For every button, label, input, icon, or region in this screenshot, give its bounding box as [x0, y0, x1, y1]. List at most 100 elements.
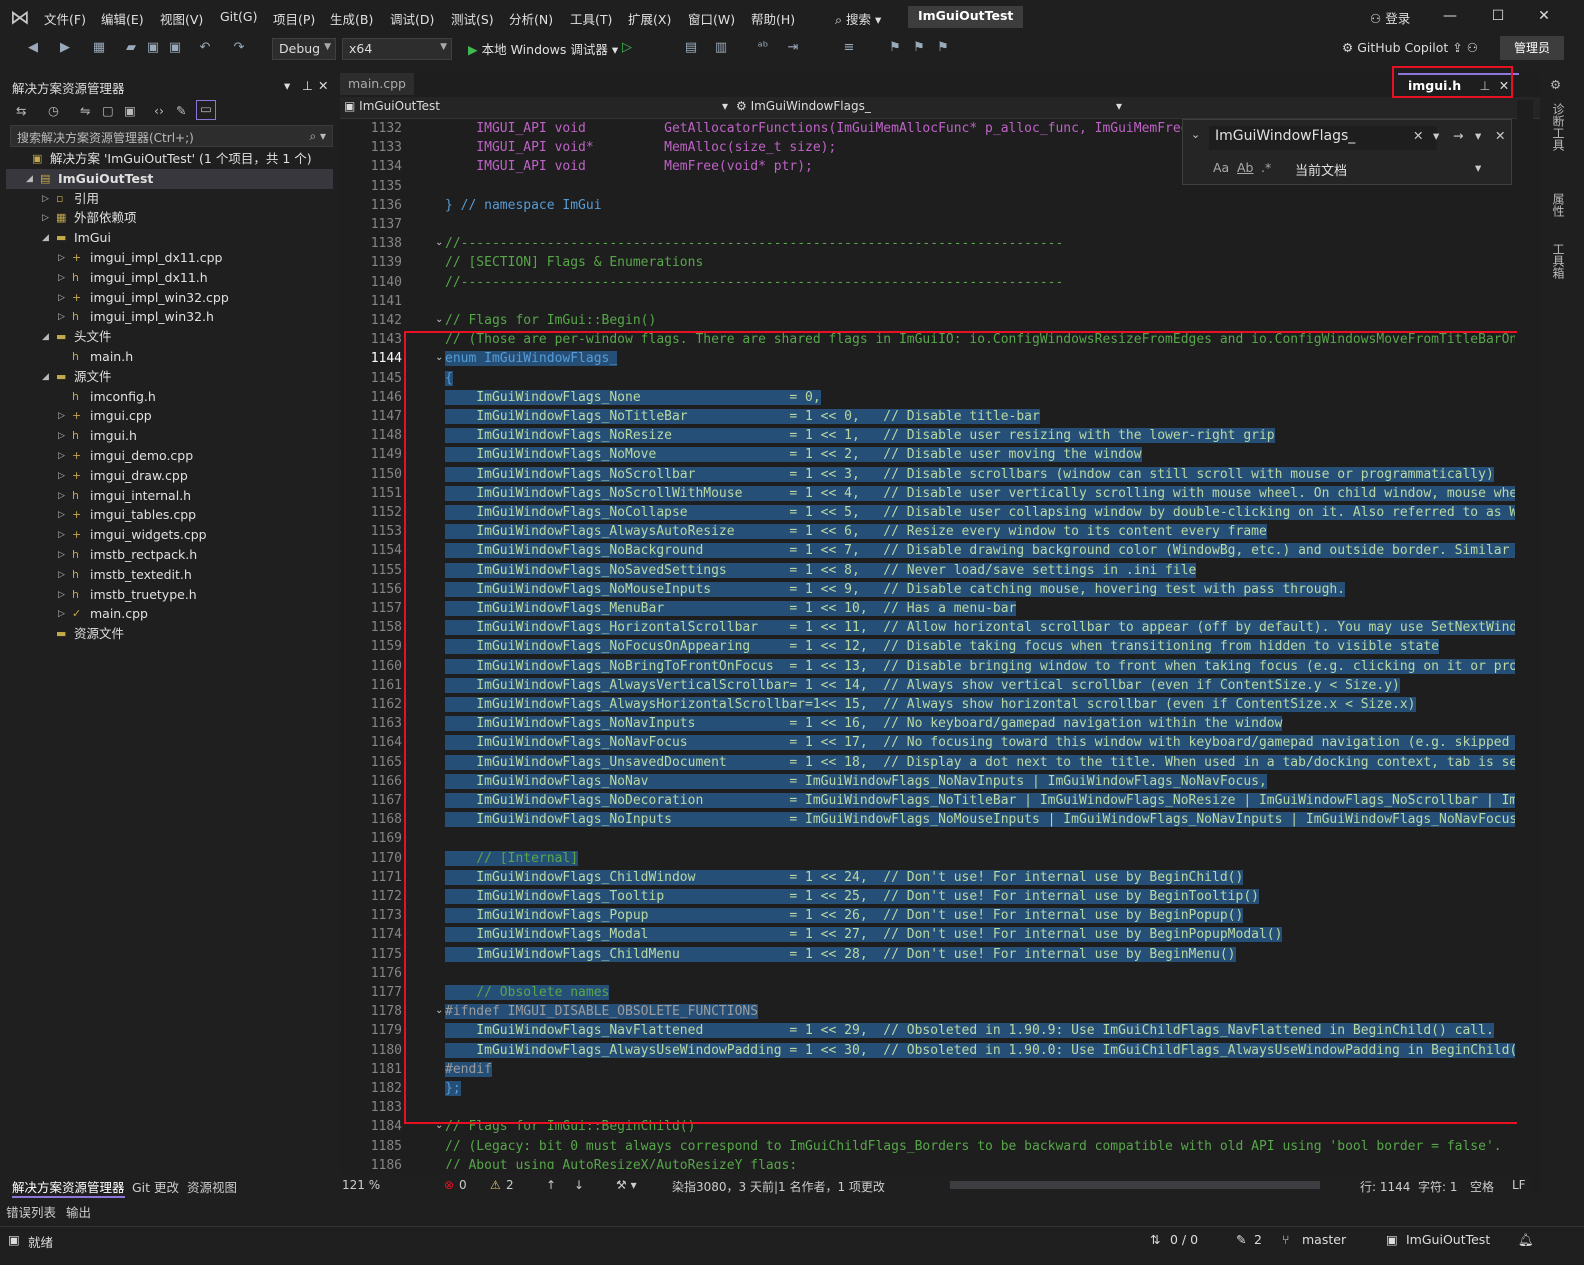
- tab-git-changes[interactable]: Git 更改: [132, 1177, 179, 1196]
- whitespace-indicator[interactable]: 空格: [1470, 1178, 1494, 1195]
- tab-resource-view[interactable]: 资源视图: [187, 1177, 237, 1196]
- expanded-icon[interactable]: ◢: [26, 169, 36, 189]
- tree-item[interactable]: ▷ + imgui_draw.cpp: [6, 466, 333, 486]
- tree-item[interactable]: ▷ ▫ 引用: [6, 189, 333, 209]
- platform-select[interactable]: x64 ▼: [342, 38, 452, 60]
- prev-issue-icon[interactable]: ↑: [546, 1178, 556, 1192]
- menu-item[interactable]: 调试(D): [390, 9, 434, 28]
- minimize-icon[interactable]: —: [1440, 8, 1460, 28]
- find-scope[interactable]: 当前文档: [1295, 160, 1347, 179]
- properties-tab[interactable]: 属性: [1550, 193, 1567, 217]
- history-icon[interactable]: ◷: [48, 103, 59, 118]
- save-all-icon[interactable]: ▣: [166, 40, 184, 58]
- menu-item[interactable]: 分析(N): [509, 9, 553, 28]
- collapsed-icon[interactable]: ▷: [42, 189, 52, 209]
- find-history-icon[interactable]: ▾: [1433, 128, 1439, 143]
- run-debugger-button[interactable]: ▶ 本地 Windows 调试器 ▾: [468, 39, 618, 58]
- tree-item[interactable]: ▷ h imstb_truetype.h: [6, 585, 333, 605]
- menu-item[interactable]: 项目(P): [273, 9, 315, 28]
- close-find-icon[interactable]: ✕: [1495, 128, 1505, 143]
- menu-item[interactable]: Git(G): [220, 9, 258, 24]
- find-options-icon[interactable]: ▾: [1475, 128, 1481, 143]
- regex-icon[interactable]: .*: [1261, 160, 1271, 175]
- maximize-icon[interactable]: ☐: [1488, 8, 1508, 28]
- column-indicator[interactable]: 字符: 1: [1418, 1178, 1458, 1195]
- collapsed-icon[interactable]: ▷: [58, 268, 68, 288]
- project-nav-select[interactable]: ▣ ImGuiOutTest ▾: [344, 99, 732, 117]
- tree-item[interactable]: ▷ + imgui_widgets.cpp: [6, 525, 333, 545]
- preview-icon[interactable]: ▭: [196, 100, 216, 120]
- close-window-icon[interactable]: ✕: [1534, 8, 1554, 28]
- properties-icon[interactable]: ✎: [176, 103, 186, 118]
- pending-changes[interactable]: 2: [1254, 1232, 1262, 1247]
- collapsed-icon[interactable]: ▷: [58, 505, 68, 525]
- menu-item[interactable]: 扩展(X): [628, 9, 671, 28]
- find-next-icon[interactable]: →: [1453, 128, 1463, 143]
- forward-icon[interactable]: ▶: [56, 40, 74, 58]
- config-select[interactable]: Debug ▼: [272, 38, 336, 60]
- open-folder-icon[interactable]: ▰: [122, 40, 140, 58]
- bookmark-prev-icon[interactable]: ⚑: [910, 40, 928, 58]
- tree-item[interactable]: ▷ h imgui_impl_dx11.h: [6, 268, 333, 288]
- tree-item[interactable]: ▷ + imgui_impl_win32.cpp: [6, 288, 333, 308]
- collapsed-icon[interactable]: ▷: [58, 288, 68, 308]
- tab-output[interactable]: 输出: [66, 1202, 91, 1221]
- whole-word-icon[interactable]: Ab: [1237, 160, 1254, 175]
- clear-icon[interactable]: ✕: [1413, 128, 1423, 143]
- tree-item[interactable]: ◢ ▬ ImGui: [6, 228, 333, 248]
- login-button[interactable]: ⚇ 登录: [1370, 8, 1410, 27]
- cleanup-icon[interactable]: ⚒ ▾: [616, 1178, 637, 1192]
- error-count[interactable]: 0: [459, 1178, 467, 1192]
- tree-item[interactable]: h imconfig.h: [6, 387, 333, 407]
- collapsed-icon[interactable]: ▷: [58, 585, 68, 605]
- comment-icon[interactable]: ≡: [840, 40, 858, 58]
- tree-item[interactable]: h main.h: [6, 347, 333, 367]
- tab-error-list[interactable]: 错误列表: [6, 1202, 56, 1221]
- tree-item[interactable]: ▣ 解决方案 'ImGuiOutTest' (1 个项目，共 1 个): [6, 149, 333, 169]
- search-menu[interactable]: ⌕ 搜索 ▾: [835, 9, 881, 28]
- git-blame-info[interactable]: 染指3080，3 天前|1 名作者，1 项更改: [672, 1178, 885, 1195]
- toggle-replace-icon[interactable]: ⌄: [1191, 128, 1200, 141]
- expanded-icon[interactable]: ◢: [42, 367, 52, 387]
- bookmark-icon[interactable]: ⚑: [886, 40, 904, 58]
- pin-icon[interactable]: ⊥: [302, 78, 313, 93]
- zoom-level[interactable]: 121 %: [342, 1178, 380, 1192]
- toolbar-misc-icon[interactable]: ▤: [682, 40, 700, 58]
- collapsed-icon[interactable]: ▷: [58, 525, 68, 545]
- tree-item[interactable]: ◢ ▬ 头文件: [6, 327, 333, 347]
- collapsed-icon[interactable]: ▷: [58, 426, 68, 446]
- warning-count[interactable]: 2: [506, 1178, 514, 1192]
- collapsed-icon[interactable]: ▷: [58, 466, 68, 486]
- pending-icon[interactable]: ⇋: [80, 103, 90, 118]
- visual-studio-logo-icon[interactable]: ⋈: [10, 5, 36, 29]
- step-icon[interactable]: ⇥: [784, 40, 802, 58]
- git-sync-count[interactable]: 0 / 0: [1170, 1232, 1198, 1247]
- back-icon[interactable]: ◀: [24, 40, 42, 58]
- tree-item[interactable]: ▷ + imgui_impl_dx11.cpp: [6, 248, 333, 268]
- next-issue-icon[interactable]: ↓: [574, 1178, 584, 1192]
- git-branch[interactable]: master: [1302, 1232, 1346, 1247]
- find-input[interactable]: ImGuiWindowFlags_: [1209, 126, 1437, 150]
- fold-icon[interactable]: ⌄: [435, 314, 443, 325]
- vertical-scrollbar[interactable]: [1517, 100, 1533, 1170]
- eol-indicator[interactable]: LF: [1512, 1178, 1526, 1192]
- spellcheck-icon[interactable]: ᵃᵇ: [754, 40, 772, 58]
- scope-nav-select[interactable]: ⚙ ImGuiWindowFlags_ ▾: [736, 99, 1126, 117]
- expanded-icon[interactable]: ◢: [42, 228, 52, 248]
- collapsed-icon[interactable]: ▷: [58, 545, 68, 565]
- tree-item[interactable]: ▷ + imgui.cpp: [6, 406, 333, 426]
- tree-item[interactable]: ▷ h imgui_internal.h: [6, 486, 333, 506]
- solution-search-input[interactable]: 搜索解决方案资源管理器(Ctrl+;) ⌕ ▾: [10, 125, 333, 147]
- tab-main-cpp[interactable]: main.cpp: [340, 73, 414, 95]
- redo-icon[interactable]: ↷: [230, 40, 248, 58]
- fold-icon[interactable]: ⌄: [435, 237, 443, 248]
- match-case-icon[interactable]: Aa: [1213, 160, 1229, 175]
- menu-item[interactable]: 测试(S): [451, 9, 494, 28]
- collapsed-icon[interactable]: ▷: [58, 604, 68, 624]
- tree-item[interactable]: ▷ ▦ 外部依赖项: [6, 208, 333, 228]
- save-icon[interactable]: ▣: [144, 40, 162, 58]
- collapsed-icon[interactable]: ▷: [58, 307, 68, 327]
- collapsed-icon[interactable]: ▷: [58, 406, 68, 426]
- show-all-icon[interactable]: ▣: [124, 103, 136, 118]
- start-without-debug-icon[interactable]: ▷: [618, 40, 636, 58]
